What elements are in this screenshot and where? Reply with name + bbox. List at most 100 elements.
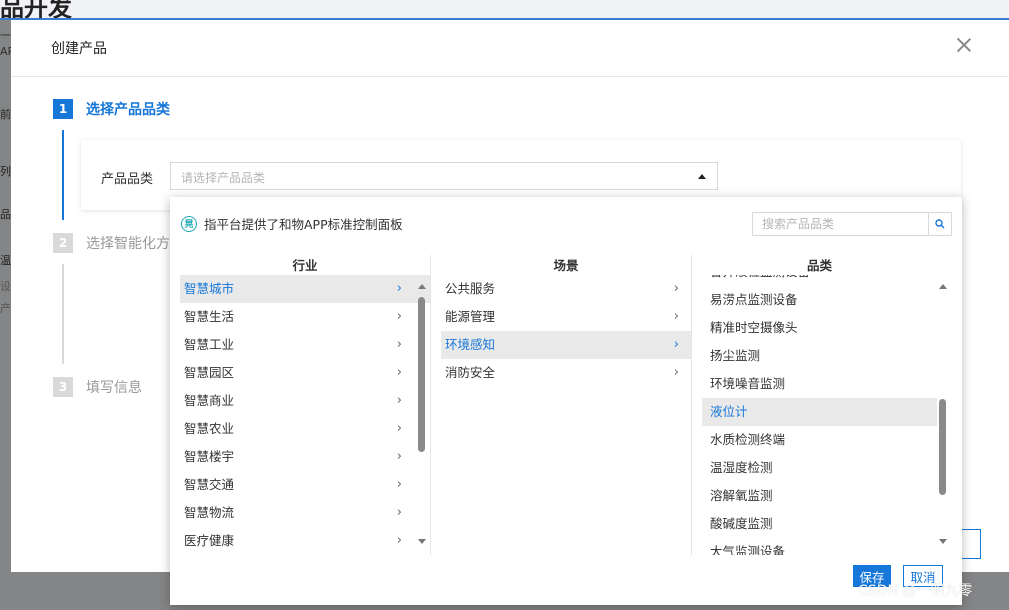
chevron-right-icon: › [396,281,402,296]
category-item[interactable]: 酸碱度监测 [702,510,937,538]
step-3-label: 填写信息 [86,380,142,396]
scrollbar-thumb[interactable] [939,399,946,495]
industry-item[interactable]: 智慧农业 › [180,415,430,443]
scroll-down-icon[interactable] [418,539,426,544]
step-1-label: 选择产品品类 [86,102,170,118]
industry-item-label: 智慧农业 [184,421,235,436]
scrollbar-thumb[interactable] [418,297,425,452]
category-item[interactable]: 溶解氧监测 [702,482,937,510]
category-item[interactable]: 易涝点监测设备 [702,286,937,314]
panel-notice: 晃 指平台提供了和物APP标准控制面板 [181,214,403,233]
industry-item-label: 智慧城市 [184,281,235,296]
category-item-label: 易涝点监测设备 [710,292,798,307]
step-connector-1 [62,130,64,220]
scene-item[interactable]: 能源管理 › [441,303,691,331]
industry-item[interactable]: 智慧园区 › [180,359,430,387]
industry-item[interactable]: 智慧楼宇 › [180,443,430,471]
chevron-right-icon: › [396,477,402,492]
watermark: CSDN @一明九零 [858,583,973,599]
modal-header: 创建产品 [11,20,1009,77]
category-item-label: 精准时空摄像头 [710,320,798,335]
industry-item-label: 智慧生活 [184,309,235,324]
industry-item[interactable]: 智慧物流 › [180,499,430,527]
industry-list: 智慧城市 › 智慧生活 › 智慧工业 › 智慧园区 › 智慧商业 › 智慧农业 › 智慧楼宇 › 智慧交通 ›… [180,275,430,555]
industry-item-label: 智慧园区 [184,365,235,380]
scene-item-label: 公共服务 [445,281,496,296]
panel-notice-text: 指平台提供了和物APP标准控制面板 [204,217,403,232]
category-select[interactable]: 请选择产品品类 [170,162,718,190]
chevron-right-icon: › [673,337,679,352]
category-column: 品类 窨井液位监测设备易涝点监测设备精准时空摄像头扬尘监测环境噪音监测液位计水质… [702,255,947,555]
scene-column-header: 场景 [553,258,579,273]
category-select-placeholder: 请选择产品品类 [181,171,266,185]
industry-item[interactable]: 智慧城市 › [180,275,430,303]
scene-item-label: 消防安全 [445,365,496,380]
scene-item[interactable]: 消防安全 › [441,359,691,387]
category-item[interactable]: 大气监测设备 [702,538,937,555]
industry-item-label: 智慧物流 [184,505,235,520]
category-item-label: 液位计 [710,404,748,419]
caret-up-icon [698,174,706,179]
chevron-right-icon: › [673,365,679,380]
industry-item[interactable]: 智慧生活 › [180,303,430,331]
background-text-fragment: 产 [0,302,11,315]
industry-scrollbar[interactable] [417,275,427,547]
industry-item[interactable]: 医疗健康 › [180,527,430,555]
category-item[interactable]: 窨井液位监测设备 [702,275,937,286]
scroll-up-icon[interactable] [939,284,947,289]
category-item-label: 大气监测设备 [710,544,786,555]
category-item-label: 溶解氧监测 [710,488,773,503]
step-connector-2 [62,264,64,364]
background-text-fragment: 温 [0,254,11,267]
scene-item[interactable]: 公共服务 › [441,275,691,303]
app-badge-icon: 晃 [181,215,197,232]
category-item[interactable]: 环境噪音监测 [702,370,937,398]
scene-column: 场景 公共服务 › 能源管理 › 环境感知 › 消防安全 › [441,255,691,555]
scene-item-label: 环境感知 [445,337,496,352]
chevron-right-icon: › [396,421,402,436]
close-icon[interactable] [955,36,973,54]
scroll-up-icon[interactable] [418,284,426,289]
category-item[interactable]: 扬尘监测 [702,342,937,370]
scroll-down-icon[interactable] [939,539,947,544]
category-item[interactable]: 温湿度检测 [702,454,937,482]
category-search-input[interactable] [753,213,929,235]
step-2-label: 选择智能化方 [86,236,170,252]
industry-item-label: 智慧楼宇 [184,449,235,464]
column-divider [430,255,431,555]
category-item-label: 酸碱度监测 [710,516,773,531]
chevron-right-icon: › [673,309,679,324]
step-3-number: 3 [53,377,73,397]
industry-item[interactable]: 智慧商业 › [180,387,430,415]
industry-item[interactable]: 智慧交通 › [180,471,430,499]
search-button[interactable] [928,213,951,235]
industry-item-label: 医疗健康 [184,533,235,548]
step-2: 2 选择智能化方 [53,233,170,253]
scene-list: 公共服务 › 能源管理 › 环境感知 › 消防安全 › [441,275,691,555]
search-icon [935,219,945,229]
industry-column: 行业 智慧城市 › 智慧生活 › 智慧工业 › 智慧园区 › 智慧商业 › 智慧农业 › 智慧楼宇 › 智慧… [180,255,430,555]
chevron-right-icon: › [396,309,402,324]
category-item-label: 水质检测终端 [710,432,786,447]
category-column-header: 品类 [806,258,832,273]
industry-item-label: 智慧交通 [184,477,235,492]
chevron-right-icon: › [396,365,402,380]
category-item[interactable]: 精准时空摄像头 [702,314,937,342]
industry-item[interactable]: 智慧工业 › [180,331,430,359]
category-item-label: 扬尘监测 [710,348,761,363]
category-list: 窨井液位监测设备易涝点监测设备精准时空摄像头扬尘监测环境噪音监测液位计水质检测终… [702,275,937,555]
industry-column-header: 行业 [292,258,318,273]
category-search [752,212,952,236]
category-item-label: 窨井液位监测设备 [710,275,810,279]
scene-item[interactable]: 环境感知 › [441,331,691,359]
category-scrollbar[interactable] [938,275,948,547]
category-item[interactable]: 水质检测终端 [702,426,937,454]
column-divider [691,255,692,555]
chevron-right-icon: › [396,533,402,548]
step-3: 3 填写信息 [53,377,142,397]
category-item[interactable]: 液位计 [702,398,937,426]
category-label: 产品品类 [101,172,154,187]
modal-title: 创建产品 [51,41,107,57]
step-1: 1 选择产品品类 [53,99,170,119]
chevron-right-icon: › [396,449,402,464]
